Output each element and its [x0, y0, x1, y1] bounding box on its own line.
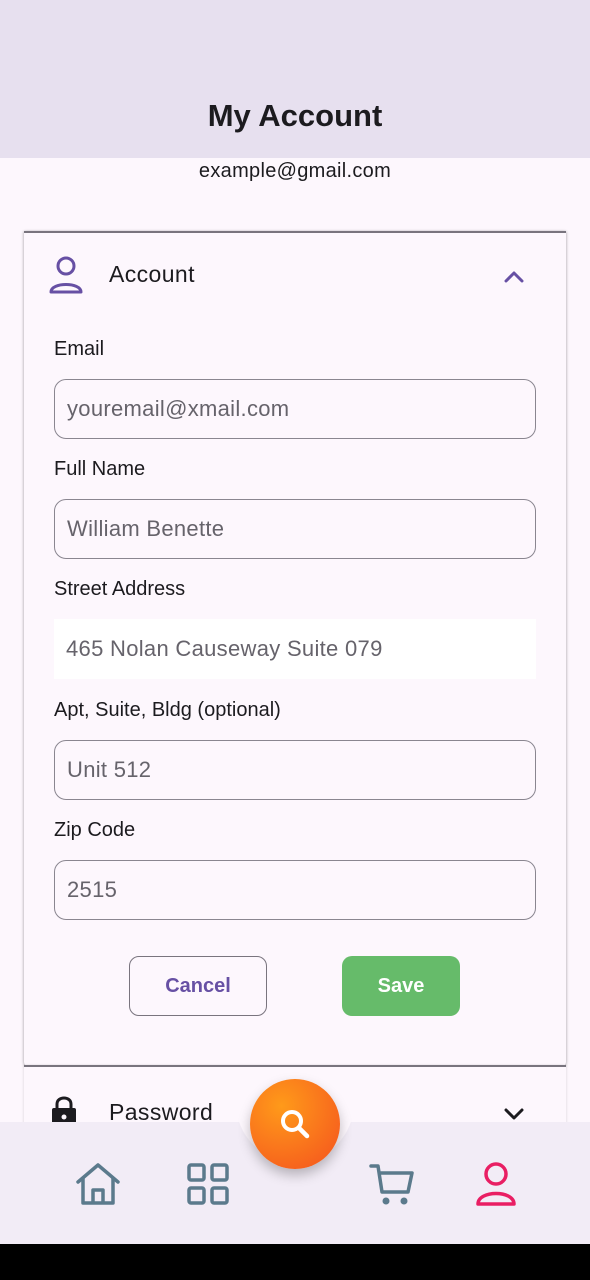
street-address-label: Street Address [54, 578, 186, 600]
system-navigation-bar [0, 1244, 590, 1280]
chevron-down-icon[interactable] [502, 1105, 526, 1123]
search-fab[interactable] [250, 1079, 340, 1169]
account-section-label: Account [109, 261, 195, 287]
zip-code-field[interactable]: 2515 [54, 860, 536, 920]
home-icon[interactable] [74, 1160, 122, 1208]
email-label: Email [54, 338, 105, 360]
cancel-button[interactable]: Cancel [129, 956, 267, 1016]
street-address-field[interactable]: 465 Nolan Causeway Suite 079 [54, 619, 536, 679]
app-bar: My Account [0, 0, 590, 158]
chevron-up-icon[interactable] [502, 267, 526, 285]
full-name-label: Full Name [54, 458, 146, 480]
cart-icon[interactable] [368, 1160, 416, 1208]
profile-icon[interactable] [472, 1160, 520, 1208]
email-field[interactable]: youremail@xmail.com [54, 379, 536, 439]
full-name-field[interactable]: William Benette [54, 499, 536, 559]
apt-suite-field[interactable]: Unit 512 [54, 740, 536, 800]
page-title: My Account [207, 98, 383, 133]
search-icon [281, 1110, 310, 1139]
save-button[interactable]: Save [342, 956, 460, 1016]
zip-code-label: Zip Code [54, 819, 136, 841]
account-section-header[interactable]: Account [24, 233, 566, 319]
account-section: Account Email youremail@xmail.com Full N… [24, 231, 566, 1066]
grid-icon[interactable] [184, 1160, 232, 1208]
person-icon [49, 256, 83, 294]
apt-suite-label: Apt, Suite, Bldg (optional) [54, 699, 281, 721]
user-email: example@gmail.com [198, 160, 392, 182]
